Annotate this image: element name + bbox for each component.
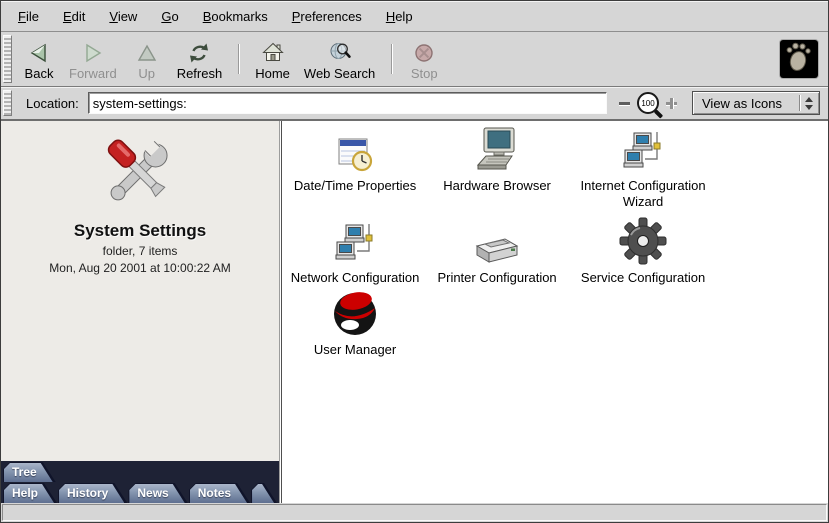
sidebar-title: System Settings [1,221,279,241]
menu-go[interactable]: Go [152,6,187,27]
back-button[interactable]: Back [16,35,62,83]
tab-history[interactable]: History [58,483,127,503]
icon-label: Network Configuration [291,270,420,286]
icon-label: Internet Configuration Wizard [572,178,714,210]
calendar-clock-icon [336,125,374,173]
menu-view[interactable]: View [100,6,146,27]
home-label: Home [255,67,290,81]
icon-label: Printer Configuration [437,270,556,286]
desktop-icon-service-configuration[interactable]: Service Configuration [572,217,714,286]
home-button[interactable]: Home [248,35,297,83]
nautilus-window: File Edit View Go Bookmarks Preferences … [0,0,829,523]
sidebar-tab-row-bottom: Help History News Notes [1,482,279,503]
web-search-button[interactable]: Web Search [297,35,382,83]
desktop-icon-hardware-browser[interactable]: Hardware Browser [426,125,568,194]
content-area: System Settings folder, 7 items Mon, Aug… [1,121,828,503]
back-icon [27,41,51,65]
up-button[interactable]: Up [124,35,170,83]
location-input[interactable] [88,92,607,114]
menu-preferences[interactable]: Preferences [283,6,371,27]
zoom-in-icon[interactable] [666,98,677,109]
sidebar-folder-info: System Settings folder, 7 items Mon, Aug… [1,121,279,460]
redhat-shadowman-icon [330,285,380,337]
dropdown-separator [799,95,800,111]
location-label: Location: [26,96,79,111]
gear-icon [619,217,667,265]
stop-icon [412,41,436,65]
desktop-icon-printer-configuration[interactable]: Printer Configuration [426,217,568,286]
web-search-label: Web Search [304,67,375,81]
web-search-icon [328,41,352,65]
tab-tree[interactable]: Tree [3,462,56,482]
system-settings-tools-icon [1,129,279,220]
desktop-icon-user-manager[interactable]: User Manager [284,285,426,358]
toolbar-separator [238,44,239,74]
home-icon [261,41,285,65]
desktop-icon-internet-configuration-wizard[interactable]: Internet Configuration Wizard [572,125,714,210]
refresh-label: Refresh [177,67,223,81]
sidebar: System Settings folder, 7 items Mon, Aug… [1,121,279,503]
tab-notes[interactable]: Notes [189,483,250,503]
refresh-icon [187,41,211,65]
zoom-out-icon[interactable] [619,102,630,105]
sidebar-date: Mon, Aug 20 2001 at 10:00:22 AM [1,261,279,275]
up-icon [135,41,159,65]
zoom-level-indicator[interactable]: 100 [637,92,659,114]
toolbar-grip-handle[interactable] [3,35,12,83]
view-mode-dropdown[interactable]: View as Icons [692,91,820,115]
desktop-icon-date-time-properties[interactable]: Date/Time Properties [284,125,426,194]
status-bar [2,504,827,521]
refresh-button[interactable]: Refresh [170,35,230,83]
menu-bookmarks[interactable]: Bookmarks [194,6,277,27]
forward-icon [81,41,105,65]
forward-label: Forward [69,67,117,81]
stop-label: Stop [411,67,438,81]
menu-bar: File Edit View Go Bookmarks Preferences … [1,1,828,32]
tab-news[interactable]: News [128,483,187,503]
location-bar-grip-handle[interactable] [3,90,12,116]
up-label: Up [138,67,155,81]
icon-label: Date/Time Properties [294,178,416,194]
icon-label: Service Configuration [581,270,705,286]
icon-label: Hardware Browser [443,178,551,194]
back-label: Back [25,67,54,81]
menu-edit[interactable]: Edit [54,6,94,27]
icon-label: User Manager [314,342,396,358]
toolbar: Back Forward Up Refresh [1,32,828,87]
computer-monitor-icon [473,125,521,173]
view-mode-label: View as Icons [702,96,782,111]
location-bar: Location: 100 View as Icons [1,87,828,121]
sidebar-tab-row-top: Tree [1,461,279,482]
stop-button[interactable]: Stop [401,35,447,83]
zoom-control: 100 [619,92,677,114]
two-computers-network-icon [621,125,665,173]
menu-help[interactable]: Help [377,6,422,27]
tab-filler [251,483,277,503]
gnome-foot-icon [785,41,813,78]
icon-view: Date/Time Properties Hardware Browser [282,121,828,503]
forward-button[interactable]: Forward [62,35,124,83]
sidebar-folder-count: folder, 7 items [1,244,279,258]
two-computers-network-icon [333,217,377,265]
throbber [780,40,818,78]
toolbar-separator [391,44,392,74]
menu-file[interactable]: File [9,6,48,27]
desktop-icon-network-configuration[interactable]: Network Configuration [284,217,426,286]
printer-icon [473,217,521,265]
tab-help[interactable]: Help [3,483,57,503]
dropdown-arrows-icon [805,97,813,110]
